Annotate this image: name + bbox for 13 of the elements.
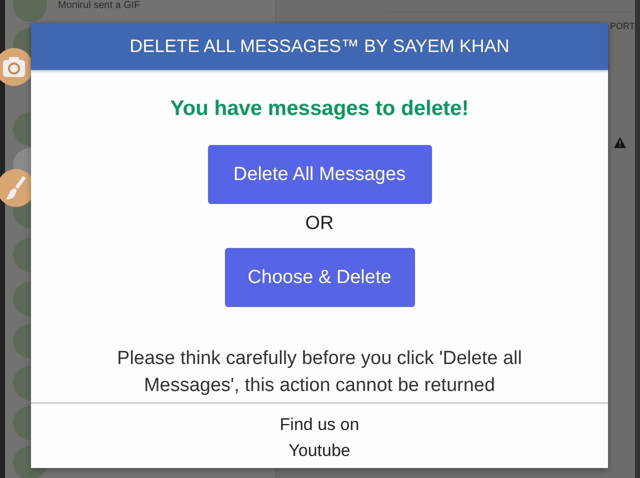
dialog-title: DELETE ALL MESSAGES™ BY SAYEM KHAN: [31, 23, 608, 70]
message-preview: Monirul sent a GIF: [58, 0, 140, 11]
delete-all-button[interactable]: Delete All Messages: [208, 145, 432, 204]
header-text: PORT: [610, 21, 635, 31]
camera-icon: [2, 56, 26, 78]
footer-link[interactable]: Youtube: [288, 438, 350, 464]
status-message: You have messages to delete!: [170, 97, 469, 121]
separator-text: OR: [305, 213, 334, 235]
warning-text: Please think carefully before you click 'Delete all Messages', this action cannot be returned: [116, 347, 523, 398]
choose-delete-button[interactable]: Choose & Delete: [224, 248, 414, 307]
footer-text: Find us on: [280, 414, 360, 436]
warning-icon: [614, 137, 626, 148]
brush-icon: [5, 175, 27, 201]
